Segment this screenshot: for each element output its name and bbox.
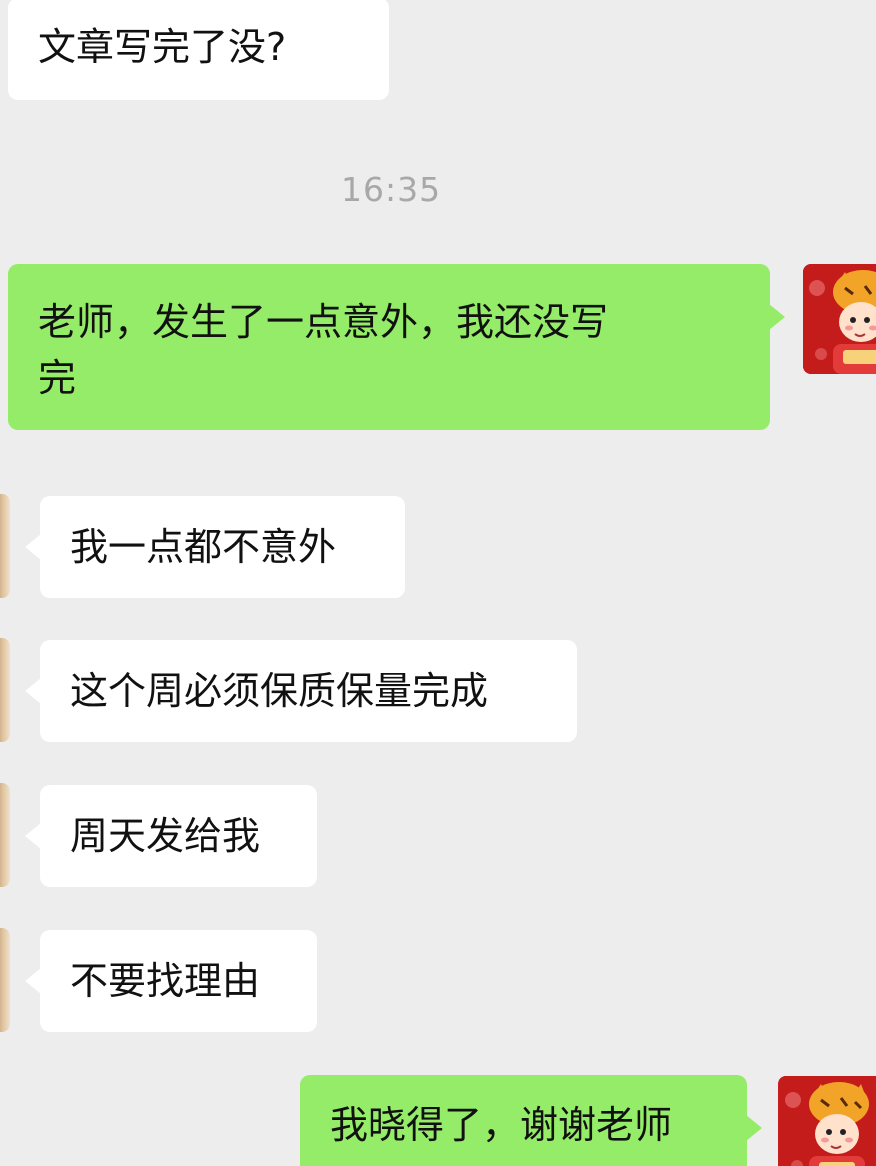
message-bubble-incoming[interactable]: 这个周必须保质保量完成 [25,640,577,742]
contact-avatar[interactable] [0,494,10,598]
message-bubble-incoming[interactable]: 周天发给我 [25,785,317,887]
tiger-hat-child-avatar-icon [803,264,876,374]
message-text: 周天发给我 [70,814,261,858]
message-text: 我晓得了，谢谢老师 [330,1103,673,1147]
message-bubble-outgoing[interactable]: 我晓得了，谢谢老师 [300,1075,762,1166]
message-bubble-incoming[interactable]: 我一点都不意外 [25,496,405,598]
message-bubble-outgoing[interactable]: 老师，发生了一点意外，我还没写 完 [8,264,785,430]
contact-avatar[interactable] [0,638,10,742]
message-bubble-incoming[interactable]: 不要找理由 [25,930,317,1032]
message-text-line-2: 完 [38,356,77,400]
chat-timestamp: 16:35 [341,170,442,209]
message-text: 不要找理由 [70,959,261,1003]
self-avatar[interactable] [778,1076,876,1166]
message-text: 这个周必须保质保量完成 [70,669,489,713]
tiger-hat-child-avatar-icon [779,1076,875,1166]
contact-avatar[interactable] [0,783,10,887]
contact-avatar[interactable] [0,928,10,1032]
self-avatar[interactable] [803,264,876,374]
message-text-line-1: 老师，发生了一点意外，我还没写 [38,300,609,344]
chat-window: 文章写完了没? 16:35 老师，发生了一点意外，我还没写 完 我一点都不意外 … [0,0,876,1166]
message-text: 我一点都不意外 [70,525,337,569]
message-bubble-incoming[interactable]: 文章写完了没? [8,0,389,100]
message-text: 文章写完了没? [38,25,287,69]
